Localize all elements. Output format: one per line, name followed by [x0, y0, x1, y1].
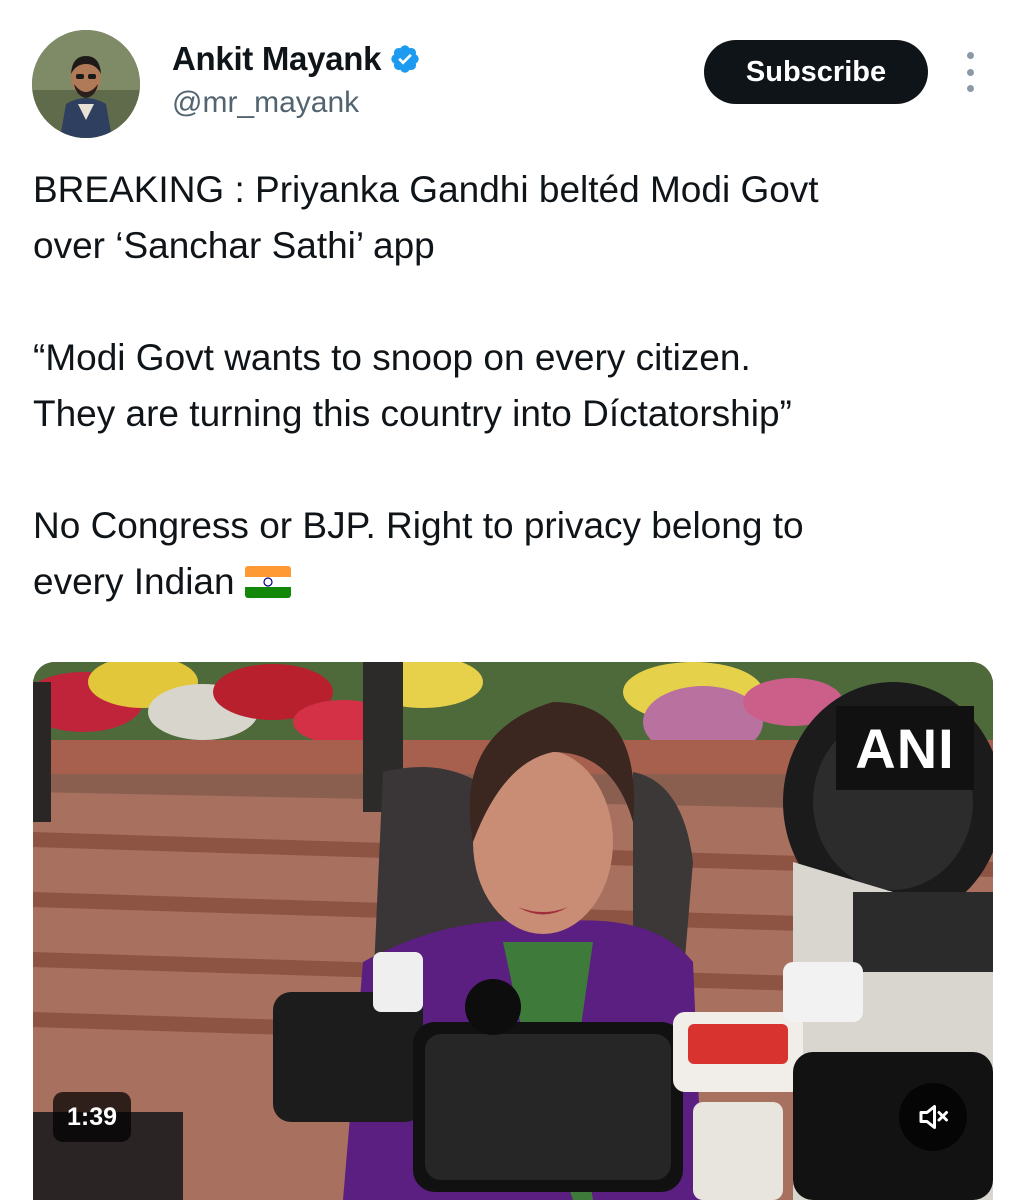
more-dot — [966, 85, 974, 92]
video-player[interactable]: ANI 1:39 — [33, 662, 993, 1200]
tweet-text: BREAKING : Priyanka Gandhi beltéd Modi G… — [33, 162, 993, 610]
mute-toggle-button[interactable] — [899, 1083, 967, 1151]
author-handle[interactable]: @mr_mayank — [172, 86, 359, 120]
avatar-image — [32, 30, 140, 138]
author-name-row[interactable]: Ankit Mayank — [172, 40, 421, 78]
tweet-header: Ankit Mayank @mr_mayank Subscribe — [0, 0, 1024, 150]
india-flag-icon — [244, 566, 291, 598]
subscribe-button[interactable]: Subscribe — [704, 40, 928, 104]
more-dot — [966, 68, 974, 76]
tweet-paragraph-closing-text: No Congress or BJP. Right to privacy bel… — [33, 505, 804, 602]
more-dot — [966, 52, 974, 59]
ani-watermark: ANI — [836, 706, 974, 790]
avatar[interactable] — [32, 30, 140, 138]
tweet-paragraph-closing: No Congress or BJP. Right to privacy bel… — [33, 498, 993, 610]
video-duration-badge: 1:39 — [53, 1092, 131, 1142]
more-vertical-icon[interactable] — [958, 52, 982, 92]
tweet-paragraph-headline: BREAKING : Priyanka Gandhi beltéd Modi G… — [33, 169, 819, 266]
author-name[interactable]: Ankit Mayank — [172, 40, 381, 78]
speaker-muted-icon — [919, 1105, 948, 1129]
verified-badge-icon — [391, 45, 419, 73]
tweet-paragraph-quote: “Modi Govt wants to snoop on every citiz… — [33, 337, 792, 434]
